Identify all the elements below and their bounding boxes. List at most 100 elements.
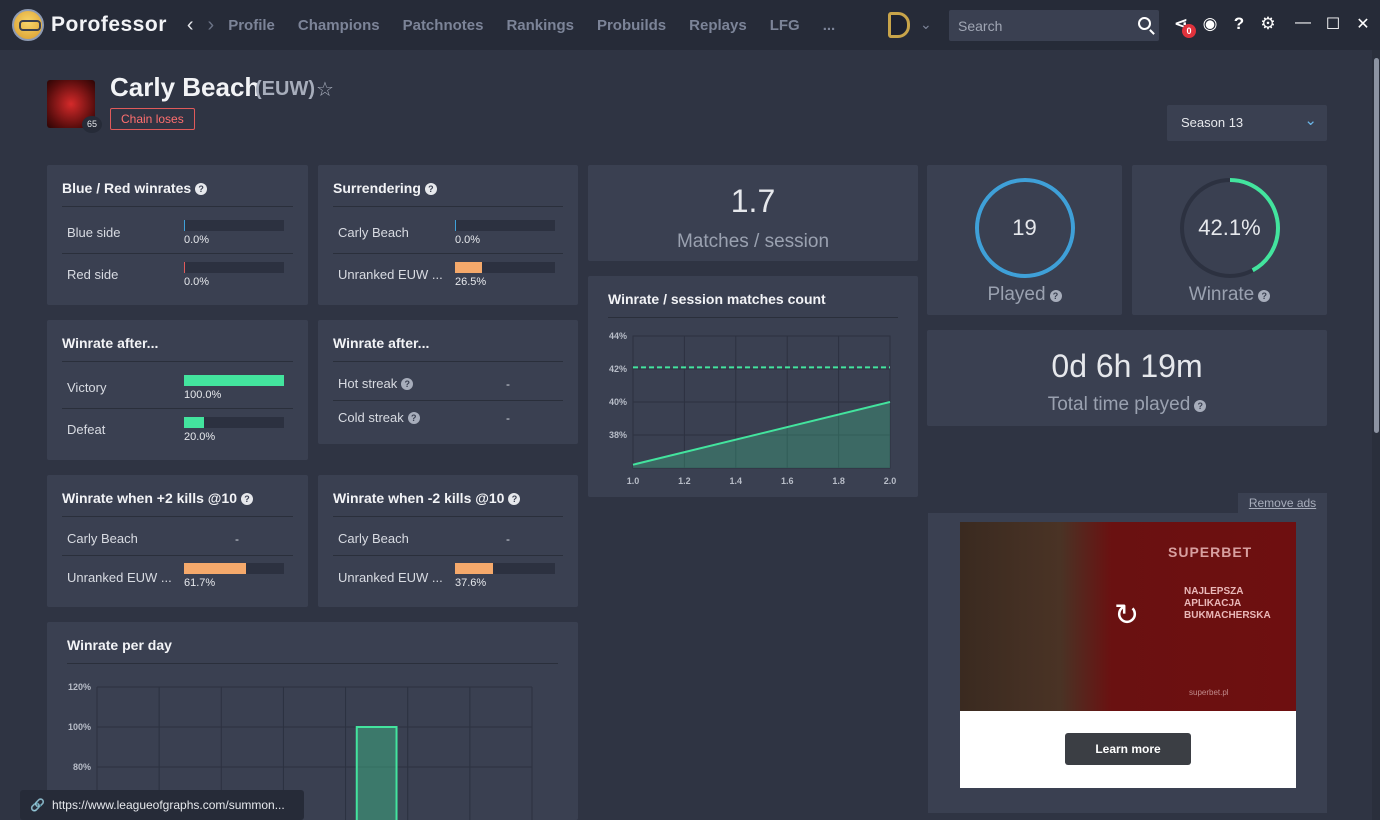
help-icon[interactable]: ?: [1194, 400, 1207, 412]
window-controls: — ☐ ✕: [1288, 14, 1378, 34]
progress-bar: [184, 375, 284, 386]
row-value: 26.5%: [455, 276, 487, 288]
back-arrow-icon[interactable]: ‹: [187, 14, 194, 37]
progress-bar: [455, 563, 555, 574]
stat-label: Winrate?: [1132, 284, 1327, 306]
bar: [355, 726, 398, 820]
row-value: 61.7%: [184, 577, 216, 589]
card-title: Winrate when +2 kills @10?: [62, 490, 253, 506]
y-tick-label: 42%: [609, 364, 627, 374]
nav-link-replays[interactable]: Replays: [689, 17, 747, 34]
row-value: -: [506, 377, 510, 391]
nav-link-patchnotes[interactable]: Patchnotes: [403, 17, 484, 34]
row-value: -: [506, 532, 510, 546]
x-tick-label: 2.0: [884, 476, 897, 486]
season-select-value: Season 13: [1181, 115, 1244, 130]
y-tick-label: 100%: [68, 722, 91, 732]
played-card: 19 Played?: [927, 165, 1122, 315]
help-icon[interactable]: ?: [195, 183, 208, 195]
link-icon: 🔗: [30, 798, 45, 812]
summoner-region: (EUW): [255, 78, 315, 100]
row-label: Hot streak?: [338, 376, 414, 391]
row-label: Red side: [67, 267, 119, 282]
total-time-card: 0d 6h 19m Total time played?: [927, 330, 1327, 426]
chevron-down-icon[interactable]: ⌄: [920, 16, 932, 33]
winrate-value: 42.1%: [1198, 215, 1261, 240]
nav-link-profile[interactable]: Profile: [228, 17, 275, 34]
progress-bar: [184, 417, 284, 428]
discord-icon[interactable]: ◉: [1201, 14, 1219, 34]
y-tick-label: 120%: [68, 682, 91, 692]
notification-badge: 0: [1182, 24, 1196, 38]
row-value: 20.0%: [184, 431, 216, 443]
winrate-session-chart-card: Winrate / session matches count 1.0 1.2 1.…: [588, 276, 918, 497]
nav-link-rankings[interactable]: Rankings: [506, 17, 574, 34]
search-icon[interactable]: [1138, 17, 1151, 30]
scrollbar-thumb[interactable]: [1374, 58, 1379, 433]
nav-link-probuilds[interactable]: Probuilds: [597, 17, 666, 34]
row-label: Cold streak?: [338, 410, 420, 425]
remove-ads-link[interactable]: Remove ads: [1238, 493, 1327, 513]
help-icon[interactable]: ?: [1230, 14, 1248, 34]
stat-label: Matches / session: [676, 231, 830, 252]
stat-label: Total time played?: [927, 394, 1327, 416]
x-tick-label: 1.8: [832, 476, 845, 486]
row-label: Carly Beach: [338, 531, 409, 546]
close-icon[interactable]: ✕: [1348, 14, 1378, 34]
row-value: 0.0%: [184, 234, 210, 246]
played-value: 19: [1012, 215, 1037, 240]
blue-red-winrates-card: Blue / Red winrates? Blue side 0.0% Red …: [47, 165, 308, 305]
forward-arrow-icon[interactable]: ›: [208, 14, 215, 37]
maximize-icon[interactable]: ☐: [1318, 14, 1348, 34]
x-tick-label: 1.6: [781, 476, 794, 486]
progress-bar: [184, 262, 284, 273]
app-logo[interactable]: Porofessor: [12, 9, 167, 41]
search-input[interactable]: [949, 17, 1129, 34]
winrate-after-streak-card: Winrate after... Hot streak? - Cold stre…: [318, 320, 578, 444]
help-icon[interactable]: ?: [424, 183, 437, 195]
progress-bar: [184, 563, 284, 574]
minimize-icon[interactable]: —: [1288, 14, 1318, 34]
learn-more-button[interactable]: Learn more: [1065, 733, 1191, 765]
replay-icon[interactable]: ↻: [1114, 598, 1139, 633]
row-label: Carly Beach: [338, 225, 409, 240]
winrate-session-chart: 1.0 1.2 1.4 1.6 1.8 2.0 44% 42% 40% 38%: [609, 331, 897, 486]
stat-label: Played?: [927, 284, 1122, 306]
season-select[interactable]: Season 13 ⌄: [1167, 105, 1327, 141]
ad-url: superbet.pl: [1189, 688, 1229, 697]
favorite-star-icon[interactable]: ☆: [316, 77, 334, 102]
row-value: 0.0%: [184, 276, 210, 288]
progress-bar: [184, 220, 284, 231]
nav-link-lfg[interactable]: LFG: [770, 17, 800, 34]
help-icon[interactable]: ?: [1049, 290, 1062, 302]
ad-brand: SUPERBET: [1168, 544, 1253, 560]
y-tick-label: 38%: [609, 430, 627, 440]
nav-link-more[interactable]: ...: [823, 17, 836, 34]
help-icon[interactable]: ?: [1258, 290, 1271, 302]
summoner-level: 65: [82, 116, 102, 133]
share-icon[interactable]: ⋖ 0: [1172, 14, 1196, 38]
help-icon[interactable]: ?: [407, 412, 420, 424]
progress-bar: [455, 262, 555, 273]
row-label: Defeat: [67, 422, 106, 437]
card-title: Winrate / session matches count: [608, 291, 826, 307]
ad-tagline: NAJLEPSZA APLIKACJA BUKMACHERSKA: [1184, 586, 1271, 621]
row-value: 37.6%: [455, 577, 487, 589]
x-tick-label: 1.0: [627, 476, 640, 486]
x-tick-label: 1.2: [678, 476, 691, 486]
help-icon[interactable]: ?: [401, 378, 414, 390]
app-name: Porofessor: [51, 13, 167, 36]
card-title: Blue / Red winrates?: [62, 180, 208, 196]
help-icon[interactable]: ?: [508, 493, 521, 505]
progress-bar: [455, 220, 555, 231]
league-of-legends-icon[interactable]: [888, 12, 910, 38]
ad-image[interactable]: SUPERBET NAJLEPSZA APLIKACJA BUKMACHERSK…: [960, 522, 1296, 711]
card-title: Winrate when -2 kills @10?: [333, 490, 521, 506]
gear-icon[interactable]: ⚙: [1259, 14, 1277, 34]
help-icon[interactable]: ?: [240, 493, 253, 505]
nav-link-champions[interactable]: Champions: [298, 17, 380, 34]
row-value: -: [506, 411, 510, 425]
ad-banner[interactable]: SUPERBET NAJLEPSZA APLIKACJA BUKMACHERSK…: [960, 522, 1296, 788]
summoner-name: Carly Beach: [110, 72, 261, 102]
winrate-after-result-card: Winrate after... Victory 100.0% Defeat 2…: [47, 320, 308, 460]
